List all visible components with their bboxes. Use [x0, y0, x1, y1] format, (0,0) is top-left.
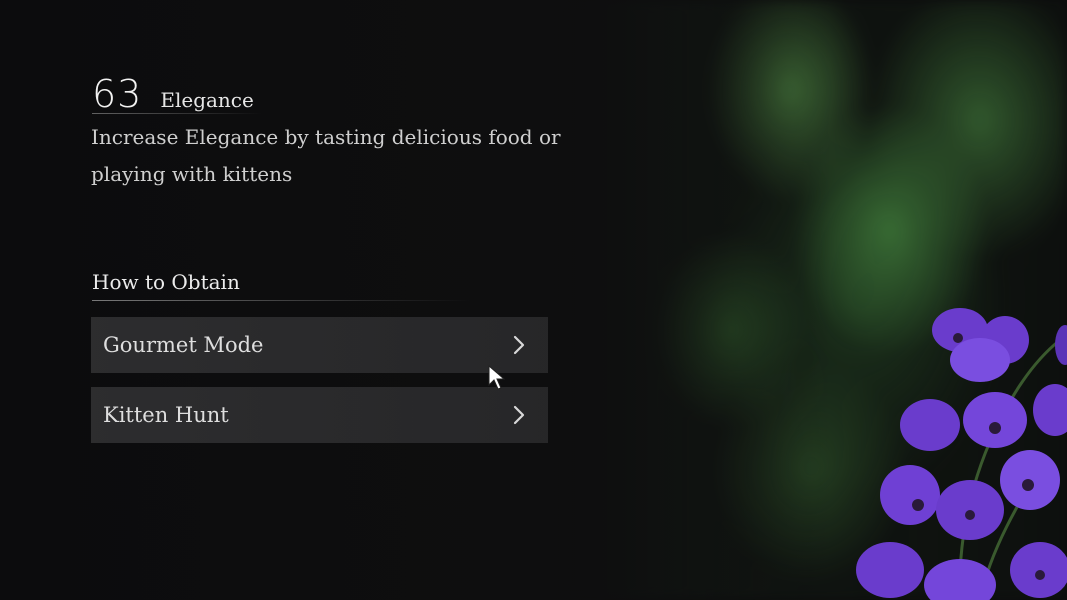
stat-value: 63	[92, 72, 143, 116]
how-to-obtain-title: How to Obtain	[92, 270, 240, 294]
mouse-cursor-icon	[488, 365, 506, 390]
stat-name: Elegance	[160, 88, 254, 112]
stat-divider	[92, 113, 262, 114]
obtain-source-list: Gourmet Mode Kitten Hunt	[91, 317, 548, 457]
source-item-gourmet-mode[interactable]: Gourmet Mode	[91, 317, 548, 373]
source-item-label: Kitten Hunt	[103, 403, 229, 427]
game-screen: 63 Elegance Increase Elegance by tasting…	[0, 0, 1067, 600]
stat-header: 63 Elegance	[92, 72, 254, 116]
chevron-right-icon	[513, 335, 525, 355]
section-divider	[92, 300, 472, 301]
stat-description: Increase Elegance by tasting delicious f…	[91, 125, 561, 186]
source-item-label: Gourmet Mode	[103, 333, 264, 357]
purple-flowers-image	[856, 308, 1067, 600]
chevron-right-icon	[513, 405, 525, 425]
source-item-kitten-hunt[interactable]: Kitten Hunt	[91, 387, 548, 443]
